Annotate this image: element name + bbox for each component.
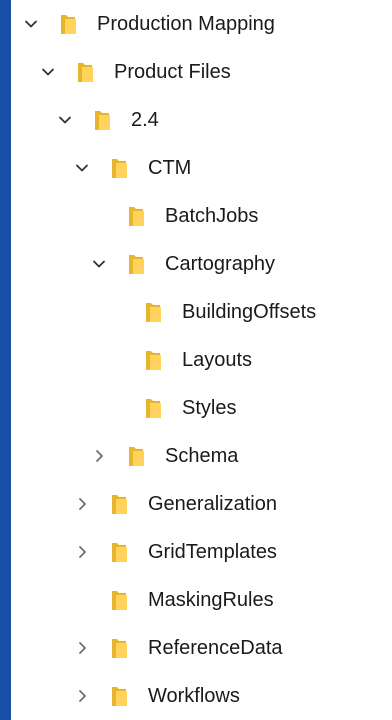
tree-item-label: Workflows — [148, 685, 240, 707]
chevron-right-icon[interactable] — [91, 448, 107, 464]
tree-item-production-mapping[interactable]: Production Mapping — [11, 0, 392, 48]
tree-item-gridtemplates[interactable]: GridTemplates — [11, 528, 392, 576]
folder-icon — [127, 253, 145, 275]
tree-item-maskingrules[interactable]: MaskingRules — [11, 576, 392, 624]
tree-item-2-4[interactable]: 2.4 — [11, 96, 392, 144]
tree-item-label: CTM — [148, 157, 192, 179]
tree-item-styles[interactable]: Styles — [11, 384, 392, 432]
tree-item-label: BuildingOffsets — [182, 301, 317, 323]
folder-icon — [110, 589, 128, 611]
tree-item-product-files[interactable]: Product Files — [11, 48, 392, 96]
file-tree-panel: Production Mapping Product Files 2.4 CTM Bat… — [11, 0, 392, 720]
folder-icon — [127, 445, 145, 467]
chevron-down-icon[interactable] — [40, 64, 56, 80]
tree-item-label: GridTemplates — [148, 541, 277, 563]
tree-item-label: Generalization — [148, 493, 277, 515]
folder-icon — [110, 541, 128, 563]
chevron-right-icon[interactable] — [74, 640, 90, 656]
folder-icon — [127, 205, 145, 227]
chevron-right-icon[interactable] — [74, 496, 90, 512]
tree-item-batchjobs[interactable]: BatchJobs — [11, 192, 392, 240]
chevron-down-icon[interactable] — [57, 112, 73, 128]
tree-item-workflows[interactable]: Workflows — [11, 672, 392, 720]
tree-item-ctm[interactable]: CTM — [11, 144, 392, 192]
tree-item-label: MaskingRules — [148, 589, 274, 611]
folder-icon — [110, 685, 128, 707]
tree-item-label: Layouts — [182, 349, 253, 371]
tree-item-label: BatchJobs — [165, 205, 259, 227]
tree-item-label: 2.4 — [131, 109, 159, 131]
tree-item-generalization[interactable]: Generalization — [11, 480, 392, 528]
folder-icon — [76, 61, 94, 83]
folder-icon — [110, 637, 128, 659]
chevron-right-icon[interactable] — [74, 544, 90, 560]
folder-icon — [144, 397, 162, 419]
tree-item-label: Schema — [165, 445, 239, 467]
tree-item-label: Styles — [182, 397, 237, 419]
folder-icon — [110, 157, 128, 179]
chevron-down-icon[interactable] — [74, 160, 90, 176]
tree-item-buildingoffsets[interactable]: BuildingOffsets — [11, 288, 392, 336]
tree-item-schema[interactable]: Schema — [11, 432, 392, 480]
tree-item-label: ReferenceData — [148, 637, 283, 659]
tree-item-label: Product Files — [114, 61, 231, 83]
chevron-right-icon[interactable] — [74, 688, 90, 704]
tree-item-label: Cartography — [165, 253, 276, 275]
folder-icon — [93, 109, 111, 131]
tree-item-layouts[interactable]: Layouts — [11, 336, 392, 384]
folder-icon — [144, 301, 162, 323]
folder-icon — [59, 13, 77, 35]
folder-icon — [110, 493, 128, 515]
tree-item-referencedata[interactable]: ReferenceData — [11, 624, 392, 672]
tree-item-label: Production Mapping — [97, 13, 275, 35]
chevron-down-icon[interactable] — [91, 256, 107, 272]
chevron-down-icon[interactable] — [23, 16, 39, 32]
folder-icon — [144, 349, 162, 371]
tree-item-cartography[interactable]: Cartography — [11, 240, 392, 288]
